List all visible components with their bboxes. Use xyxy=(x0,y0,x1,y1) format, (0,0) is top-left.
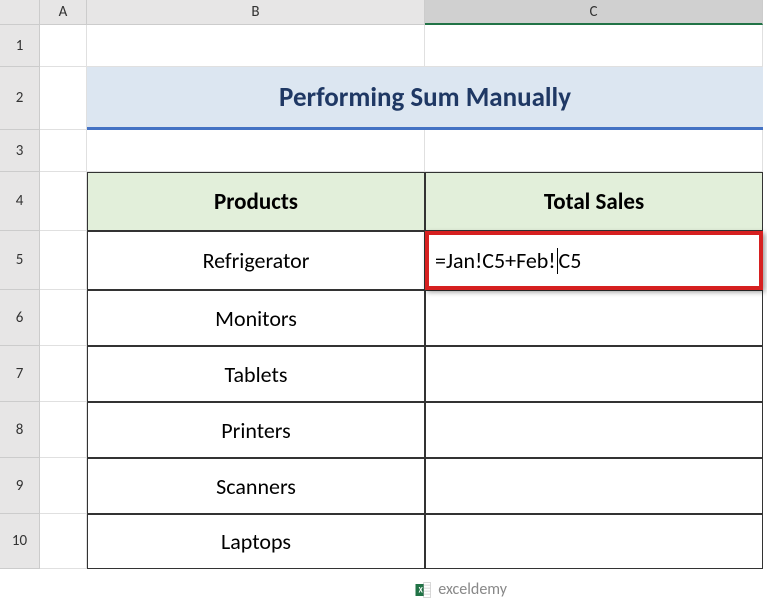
product-4[interactable]: Scanners xyxy=(87,458,425,514)
cell-a8[interactable] xyxy=(40,402,87,458)
cell-c1[interactable] xyxy=(425,25,763,67)
formula-cell-c5[interactable]: =Jan!C5+Feb!C5 xyxy=(425,231,763,290)
cell-a3[interactable] xyxy=(40,130,87,172)
title-cell[interactable]: Performing Sum Manually xyxy=(87,67,763,130)
cell-c9[interactable] xyxy=(425,458,763,514)
totalsales-header[interactable]: Total Sales xyxy=(425,172,763,231)
row-header-7[interactable]: 7 xyxy=(0,346,40,402)
product-0[interactable]: Refrigerator xyxy=(87,231,425,290)
row-header-9[interactable]: 9 xyxy=(0,458,40,514)
watermark-text: exceldemy xyxy=(438,580,507,599)
spreadsheet-grid: A B C 1 2 Performing Sum Manually 3 4 Pr… xyxy=(0,0,767,569)
cell-a4[interactable] xyxy=(40,172,87,231)
cell-a2[interactable] xyxy=(40,67,87,130)
row-header-8[interactable]: 8 xyxy=(0,402,40,458)
cell-c3[interactable] xyxy=(425,130,763,172)
text-cursor xyxy=(557,248,558,274)
product-5[interactable]: Laptops xyxy=(87,514,425,569)
row-header-10[interactable]: 10 xyxy=(0,514,40,569)
row-header-5[interactable]: 5 xyxy=(0,231,40,290)
col-header-a[interactable]: A xyxy=(40,0,87,25)
watermark: X exceldemy xyxy=(414,580,507,599)
cell-a7[interactable] xyxy=(40,346,87,402)
cell-a9[interactable] xyxy=(40,458,87,514)
formula-prefix: =Jan!C5+Feb! xyxy=(435,247,556,274)
cell-c7[interactable] xyxy=(425,346,763,402)
cell-a10[interactable] xyxy=(40,514,87,569)
row-header-3[interactable]: 3 xyxy=(0,130,40,172)
cell-c10[interactable] xyxy=(425,514,763,569)
product-2[interactable]: Tablets xyxy=(87,346,425,402)
formula-suffix: C5 xyxy=(559,247,582,274)
product-1[interactable]: Monitors xyxy=(87,290,425,346)
cell-b3[interactable] xyxy=(87,130,425,172)
excel-icon: X xyxy=(414,581,432,599)
row-header-6[interactable]: 6 xyxy=(0,290,40,346)
products-header[interactable]: Products xyxy=(87,172,425,231)
cell-a1[interactable] xyxy=(40,25,87,67)
row-header-4[interactable]: 4 xyxy=(0,172,40,231)
col-header-b[interactable]: B xyxy=(87,0,425,25)
col-header-c[interactable]: C xyxy=(425,0,763,25)
cell-b1[interactable] xyxy=(87,25,425,67)
product-3[interactable]: Printers xyxy=(87,402,425,458)
cell-a6[interactable] xyxy=(40,290,87,346)
row-header-1[interactable]: 1 xyxy=(0,25,40,67)
cell-a5[interactable] xyxy=(40,231,87,290)
cell-c8[interactable] xyxy=(425,402,763,458)
row-header-2[interactable]: 2 xyxy=(0,67,40,130)
corner-cell[interactable] xyxy=(0,0,40,25)
cell-c6[interactable] xyxy=(425,290,763,346)
